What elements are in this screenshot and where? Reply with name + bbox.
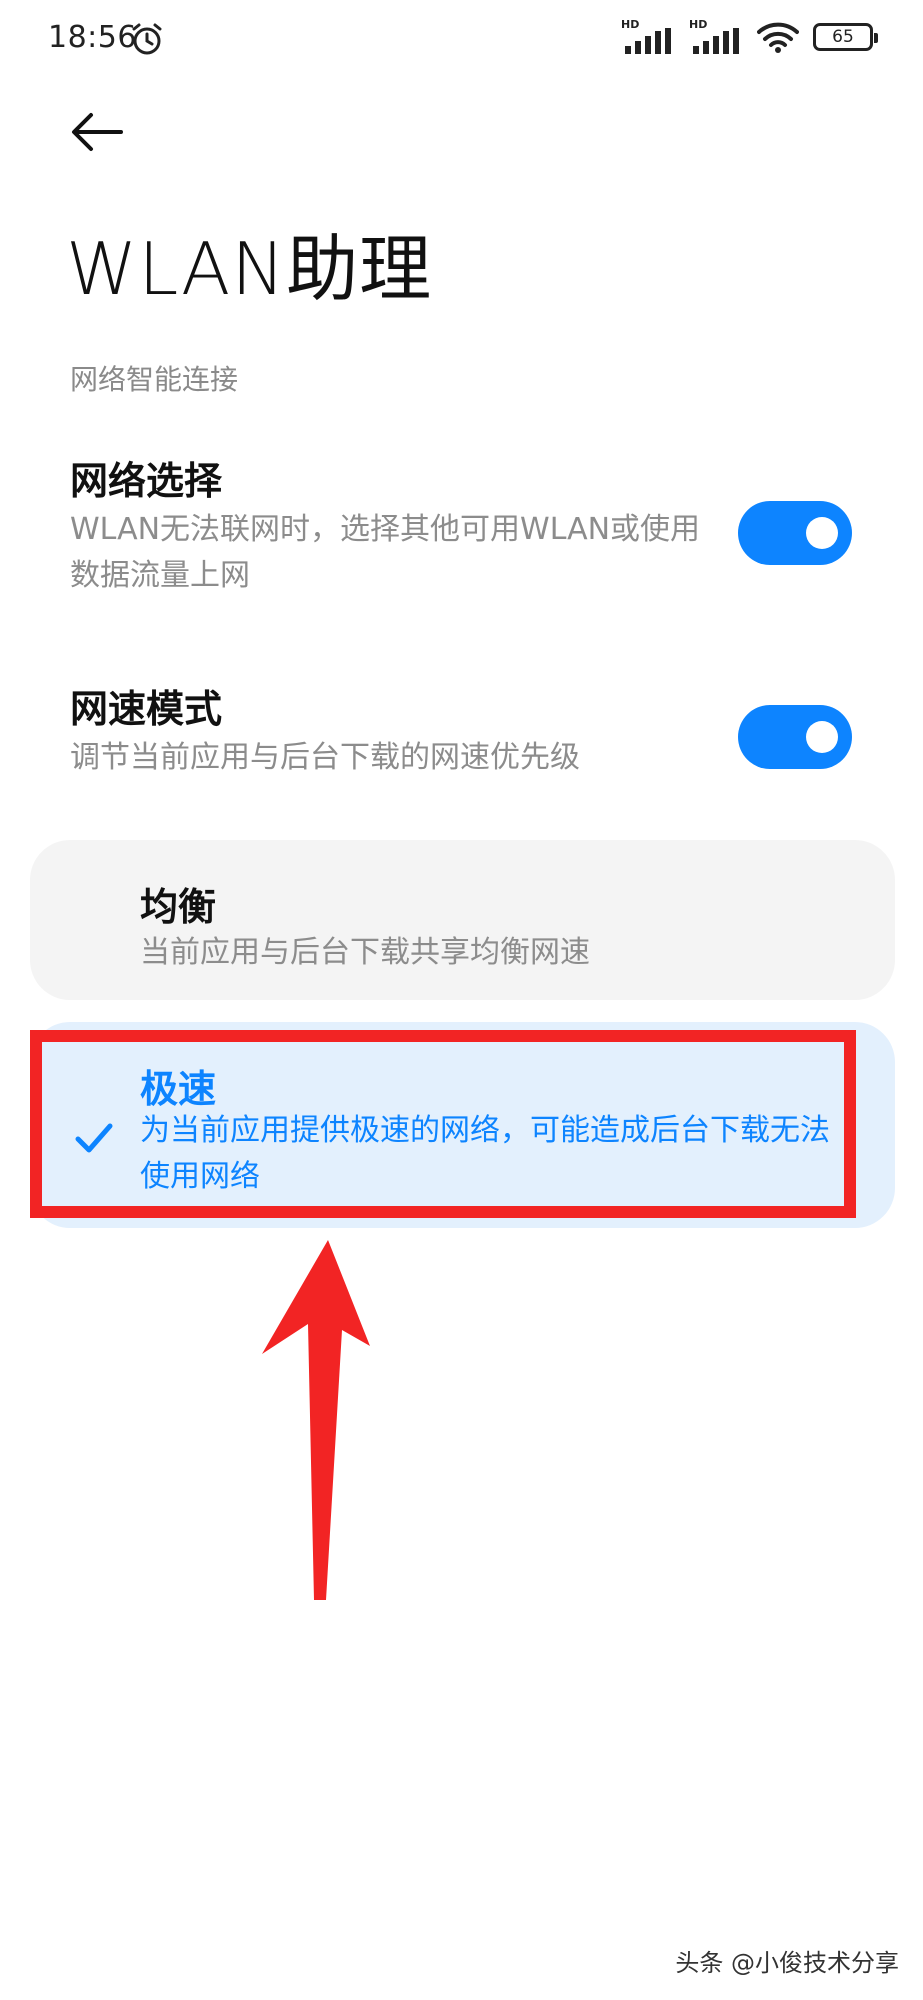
setting-speed-mode[interactable]: 网速模式 调节当前应用与后台下载的网速优先级 (70, 683, 860, 781)
option-title: 均衡 (140, 885, 217, 929)
setting-title: 网络选择 (70, 459, 223, 503)
annotation-arrow-icon (262, 1240, 370, 1600)
page-title: WLAN助理 (66, 227, 433, 311)
cellular-signal-1: HD (621, 18, 675, 56)
wifi-icon (757, 22, 799, 53)
cellular-signal-2: HD (689, 18, 743, 56)
battery-icon: 65 (813, 23, 878, 51)
alarm-clock-icon (132, 23, 162, 55)
annotation-highlight-box (30, 1030, 856, 1218)
back-arrow-icon (72, 113, 123, 151)
battery-level: 65 (832, 27, 854, 47)
option-balanced[interactable]: 均衡 当前应用与后台下载共享均衡网速 (30, 840, 895, 1000)
toggle-knob (806, 721, 838, 753)
back-button[interactable] (64, 106, 130, 158)
network-selection-toggle[interactable] (738, 501, 852, 565)
option-description: 当前应用与后台下载共享均衡网速 (140, 935, 590, 970)
toggle-knob (806, 517, 838, 549)
speed-mode-toggle[interactable] (738, 705, 852, 769)
setting-network-selection[interactable]: 网络选择 WLAN无法联网时，选择其他可用WLAN或使用数据流量上网 (70, 455, 860, 599)
watermark: 头条 @小俊技术分享 (675, 1949, 899, 1977)
signal-bars-icon (625, 28, 671, 54)
section-header: 网络智能连接 (70, 363, 239, 396)
status-icons: HD HD 65 (621, 18, 878, 56)
status-time: 18:56 (48, 20, 137, 55)
signal-bars-icon (693, 28, 739, 54)
setting-description: WLAN无法联网时，选择其他可用WLAN或使用数据流量上网 (70, 512, 701, 593)
status-bar: 18:56 HD HD 65 (0, 0, 923, 80)
setting-description: 调节当前应用与后台下载的网速优先级 (70, 740, 580, 775)
